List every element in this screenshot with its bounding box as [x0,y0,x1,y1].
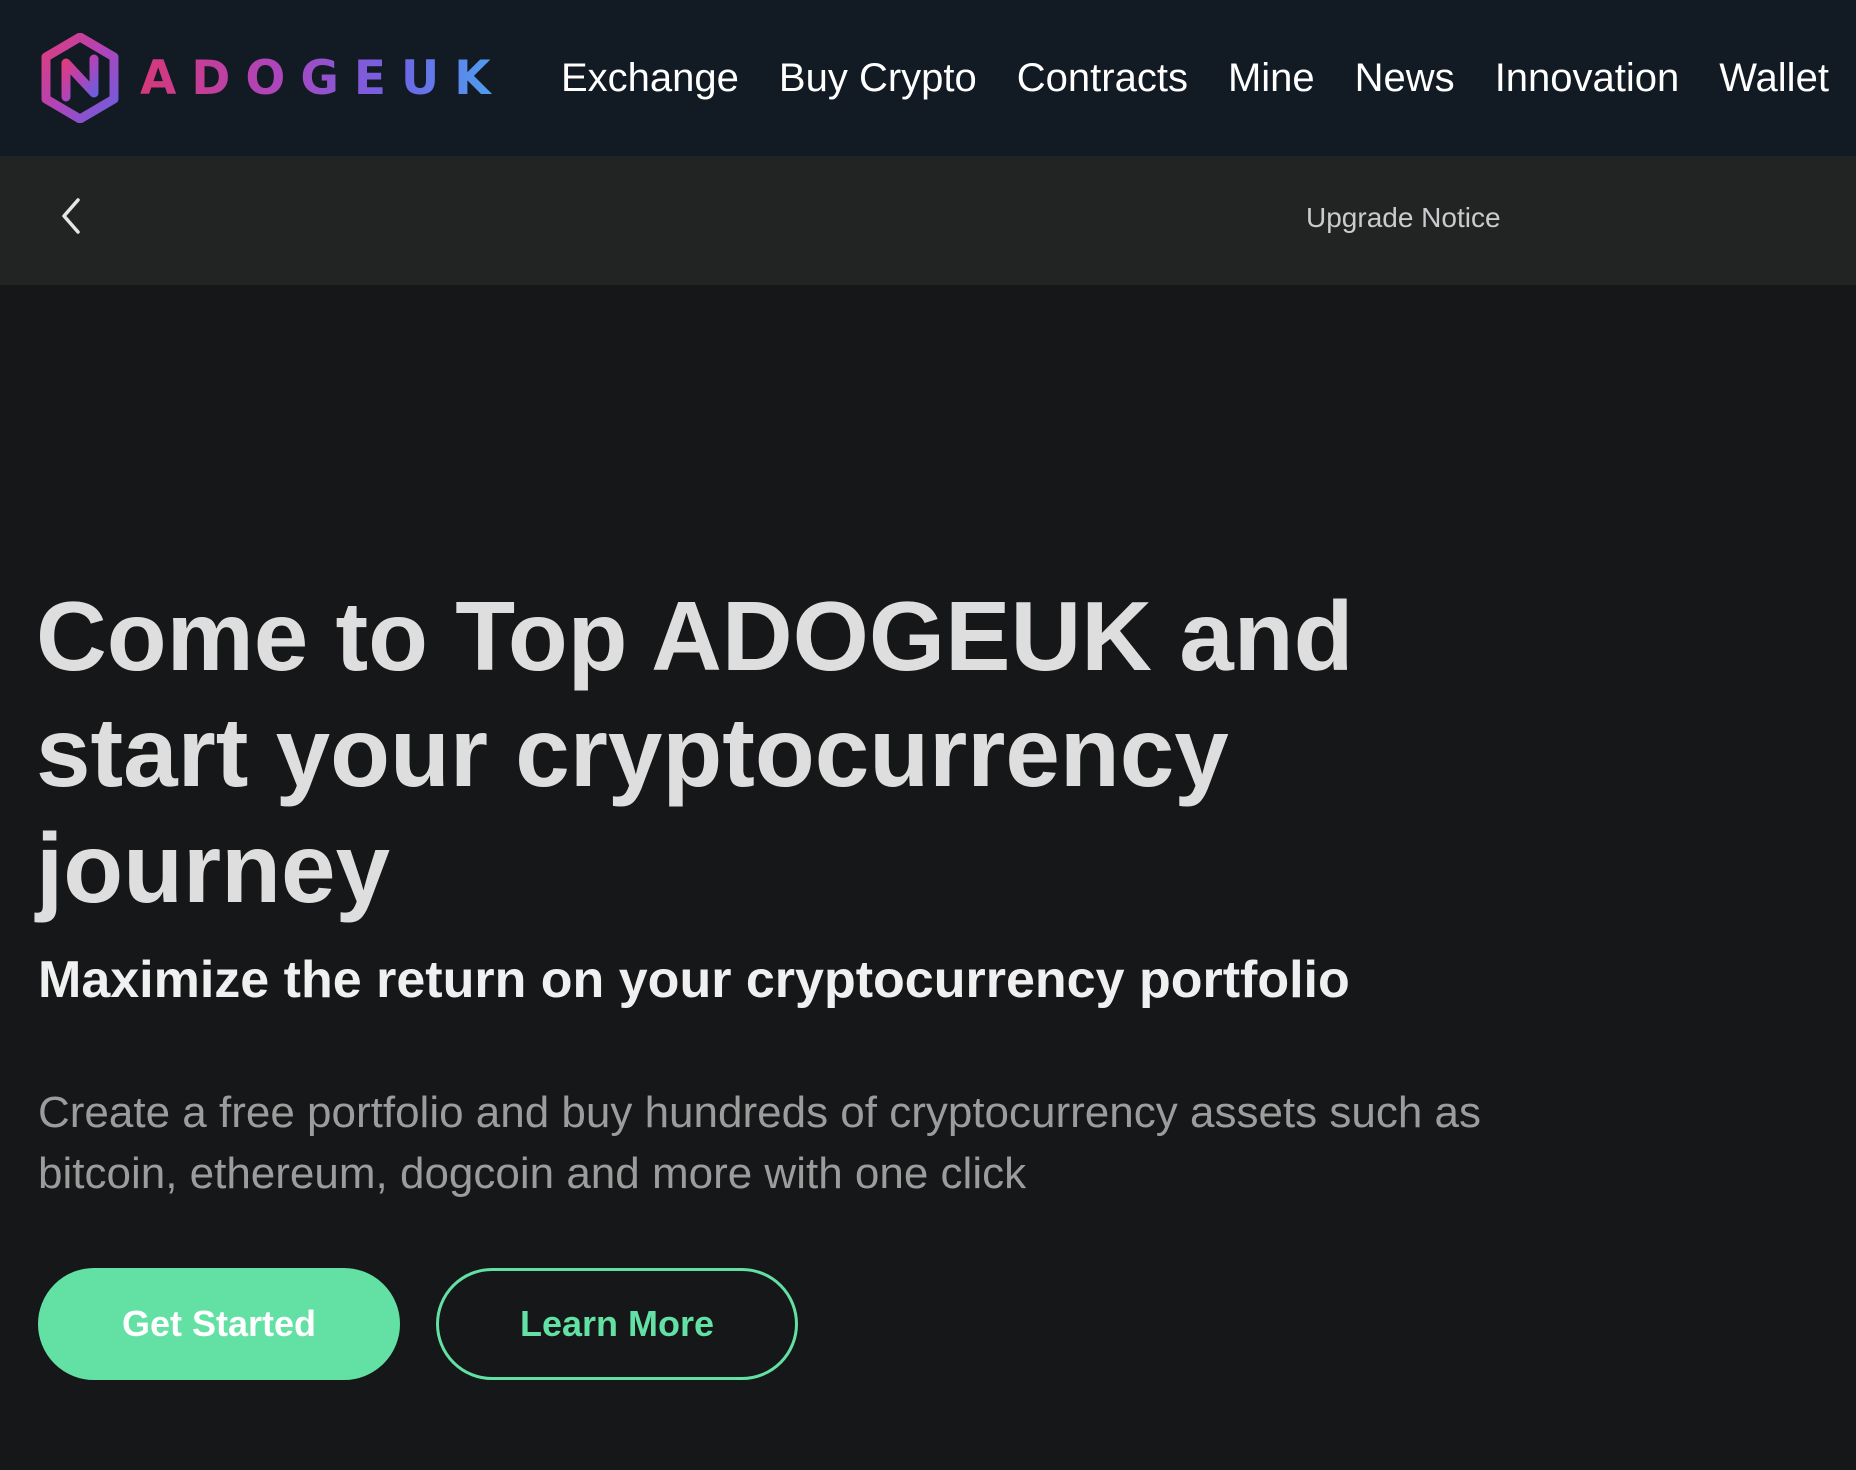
hero-subtitle: Maximize the return on your cryptocurren… [38,951,1350,1009]
nav-contracts[interactable]: Contracts [1017,56,1188,101]
hero-title: Come to Top ADOGEUK and start your crypt… [36,581,1354,923]
nav-news[interactable]: News [1355,56,1455,101]
brand-logo[interactable]: ADOGEUK [40,32,506,124]
nav-buy-crypto[interactable]: Buy Crypto [779,56,977,101]
nav-mine[interactable]: Mine [1228,56,1315,101]
back-button[interactable] [48,186,92,246]
nav-wallet[interactable]: Wallet [1719,56,1829,101]
chevron-left-icon [62,198,80,234]
nav-exchange[interactable]: Exchange [561,56,739,101]
nav-innovation[interactable]: Innovation [1495,56,1680,101]
learn-more-button[interactable]: Learn More [436,1268,798,1380]
top-navbar: ADOGEUK Exchange Buy Crypto Contracts Mi… [0,0,1856,156]
brand-name: ADOGEUK [140,50,506,106]
main-nav: Exchange Buy Crypto Contracts Mine News … [561,50,1829,106]
get-started-button[interactable]: Get Started [38,1268,400,1380]
upgrade-notice-link[interactable]: Upgrade Notice [1306,202,1501,234]
logo-hexagon-icon [41,33,119,123]
hero-description: Create a free portfolio and buy hundreds… [38,1088,1481,1198]
notice-bar [0,156,1856,285]
